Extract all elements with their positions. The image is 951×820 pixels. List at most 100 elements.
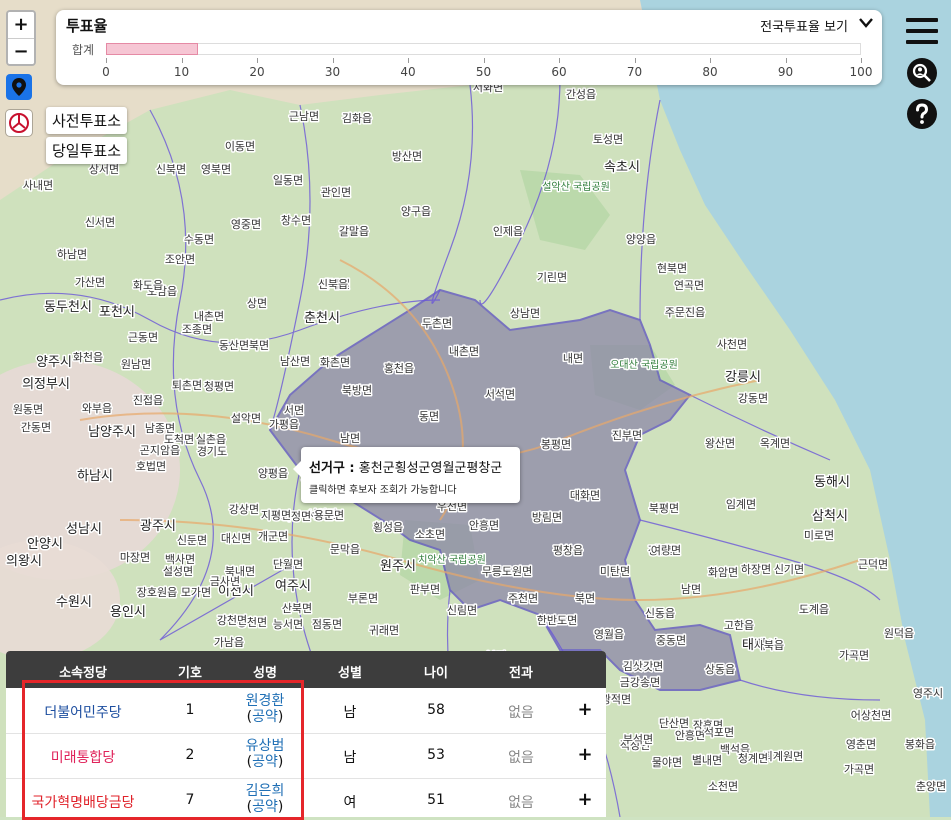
map-place-label: 설성면: [163, 565, 193, 578]
map-place-label: 퇴계원면: [763, 750, 803, 763]
map-place-label: 신북면: [156, 163, 186, 176]
candidate-age: 51: [427, 792, 445, 808]
zoom-control: + −: [6, 10, 36, 66]
map-place-label: 춘양면: [916, 780, 946, 793]
map-place-label: 점동면: [312, 618, 342, 631]
map-place-label: 동두천시: [44, 300, 92, 315]
map-place-label: 귀래면: [369, 624, 399, 637]
map-place-label: 진부면: [612, 429, 642, 442]
map-place-label: 근동면: [128, 331, 158, 344]
turnout-total-label: 합계: [72, 43, 95, 57]
district-tooltip[interactable]: 선거구 : 홍천군횡성군영월군평창군 클릭하면 후보자 조회가 가능합니다: [293, 447, 520, 503]
map-place-label: 여주시: [275, 579, 311, 594]
map-place-label: 사천면: [717, 337, 747, 351]
map-place-label: 영중면: [231, 218, 261, 231]
map-place-label: 수동면: [184, 233, 214, 246]
help-button[interactable]: [905, 97, 939, 131]
map-place-label: 부론면: [348, 592, 378, 605]
map-place-label: 퇴촌면: [172, 379, 202, 392]
map-place-label: 봉화읍: [905, 738, 935, 751]
expand-plus-icon[interactable]: +: [577, 699, 592, 720]
candidate-pledge-link[interactable]: 공약: [252, 799, 278, 815]
map-place-label: 동산면: [219, 339, 249, 352]
party-filter-button[interactable]: [6, 110, 32, 136]
candidate-record: 없음: [508, 705, 534, 721]
map-place-label: 단월면: [273, 558, 303, 571]
candidate-record: 없음: [508, 795, 534, 811]
map-place-label: 이동면: [225, 140, 255, 153]
candidate-pledge-link[interactable]: 공약: [252, 754, 278, 770]
map-place-label: 중동면: [656, 634, 686, 647]
map-place-label: 봉평면: [541, 438, 571, 451]
map-place-label: 근남면: [289, 110, 319, 123]
expand-plus-icon[interactable]: +: [577, 744, 592, 765]
map-place-label: 강천면: [217, 613, 247, 627]
polling-place-toggle-button[interactable]: [6, 74, 32, 100]
map-place-label: 와부읍: [82, 402, 112, 415]
map-place-label: 연곡면: [674, 279, 704, 292]
map-place-label: 가곡면: [844, 763, 874, 776]
zoom-out-button[interactable]: −: [8, 38, 34, 64]
national-turnout-link[interactable]: 전국투표율 보기: [760, 16, 848, 35]
map-place-label: 무릉도원면: [482, 565, 533, 578]
candidate-name-link[interactable]: 원경환: [246, 693, 285, 709]
map-place-label: 고한읍: [724, 619, 754, 632]
candidate-sex: 여: [343, 795, 357, 811]
candidate-row[interactable]: 미래통합당 2 유상범 (공약) 남 53 없음 +: [6, 733, 606, 779]
map-place-label: 원동면: [13, 403, 43, 416]
map-place-label: 안흥면: [469, 518, 499, 532]
map-place-label: 의왕시: [6, 554, 42, 569]
candidate-age: 53: [427, 747, 445, 763]
turnout-axis-tick: [257, 58, 258, 63]
map-place-label: 호법면: [136, 460, 166, 473]
map-place-label: 방림면: [532, 511, 562, 524]
chevron-down-icon[interactable]: [858, 16, 874, 30]
turnout-tick-label: 70: [626, 65, 643, 79]
candidate-name-cell: 원경환 (공약): [246, 693, 285, 725]
menu-button[interactable]: [905, 14, 939, 48]
map-place-label: 영춘면: [846, 738, 876, 751]
map-place-label: 석포면: [704, 726, 734, 739]
map-place-label: 관인면: [321, 186, 351, 199]
map-place-label: 포천시: [99, 305, 135, 320]
map-place-label: 어상천면: [851, 708, 891, 722]
candidate-search-button[interactable]: [905, 56, 939, 90]
candidate-party: 국가혁명배당금당: [31, 795, 135, 811]
map-place-label: 소초면: [415, 528, 445, 541]
header-sex: 성별: [338, 666, 362, 681]
turnout-title: 투표율: [66, 17, 108, 35]
election-day-voting-toggle[interactable]: 당일투표소: [46, 137, 128, 164]
early-voting-toggle[interactable]: 사전투표소: [46, 107, 128, 134]
map-place-label: 신서면: [85, 216, 115, 229]
map-place-label: 내면: [563, 352, 583, 365]
map-place-label: 왕산면: [705, 437, 735, 450]
turnout-bar-track: [106, 43, 861, 55]
map-place-label: 현북면: [657, 262, 687, 275]
turnout-axis-tick: [181, 58, 183, 63]
candidate-age: 58: [427, 702, 445, 718]
candidate-row[interactable]: 국가혁명배당금당 7 김은희 (공약) 여 51 없음 +: [6, 778, 606, 817]
map-place-label: 하남시: [77, 469, 113, 484]
turnout-tick-label: 40: [400, 65, 416, 79]
map-place-label: 조안면: [165, 253, 195, 266]
candidate-name-link[interactable]: 김은희: [246, 783, 285, 799]
map-place-label: 화도읍: [133, 279, 163, 292]
tooltip-district: 선거구 : 홍천군횡성군영월군평창군: [309, 457, 502, 476]
map-place-label: 대화면: [570, 489, 600, 502]
map-place-label: 토성면: [593, 133, 623, 146]
candidate-pledge-link[interactable]: 공약: [252, 709, 278, 725]
map-place-label: 신기면: [774, 563, 804, 576]
expand-plus-icon[interactable]: +: [577, 789, 592, 810]
candidate-row[interactable]: 더불어민주당 1 원경환 (공약) 남 58 없음 +: [6, 688, 606, 734]
map-place-label: 양양읍: [626, 233, 656, 246]
map-place-label: 도계읍: [799, 603, 829, 616]
candidate-name-link[interactable]: 유상범: [246, 738, 285, 754]
map-place-label: 임계면: [726, 498, 756, 511]
map-place-label: 창수면: [281, 214, 311, 227]
map-place-label: 간동면: [21, 421, 51, 434]
map-place-label: 갈말읍: [339, 224, 369, 238]
map-place-label: 북내면: [225, 565, 255, 578]
turnout-tick-label: 10: [173, 65, 190, 79]
map-place-label: 영월읍: [594, 628, 624, 641]
zoom-in-button[interactable]: +: [8, 12, 34, 38]
